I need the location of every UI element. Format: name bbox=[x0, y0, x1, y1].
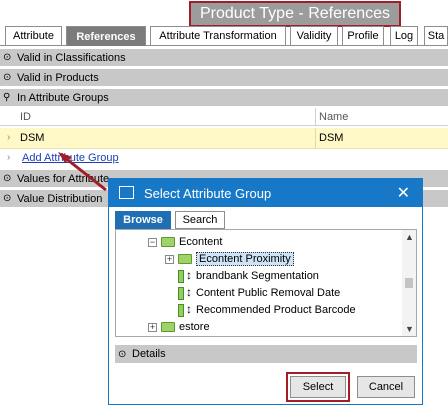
section-valid-products[interactable]: ⊙ Valid in Products bbox=[0, 69, 448, 87]
tree-node-label: estore bbox=[179, 321, 210, 333]
column-separator bbox=[315, 108, 316, 126]
page-title-box: Product Type - References bbox=[189, 1, 401, 27]
dialog-title: Select Attribute Group bbox=[144, 186, 272, 201]
column-separator bbox=[315, 128, 316, 149]
tab-validity-label: Validity bbox=[296, 30, 332, 42]
folder-icon bbox=[178, 254, 192, 264]
select-attribute-group-dialog: Select Attribute Group ✕ Browse Search −… bbox=[108, 178, 423, 405]
page-title: Product Type - References bbox=[199, 5, 391, 22]
cell-name: DSM bbox=[319, 132, 344, 144]
expand-toggle-icon[interactable]: + bbox=[148, 322, 157, 332]
table-row[interactable]: › DSM DSM bbox=[0, 128, 448, 149]
tree-node-label: Econtent Proximity bbox=[196, 252, 294, 266]
tab-status[interactable]: Sta bbox=[424, 26, 448, 45]
attribute-icon: ↕ bbox=[178, 268, 192, 283]
tab-validity[interactable]: Validity bbox=[290, 26, 338, 45]
tab-status-label: Sta bbox=[427, 30, 445, 42]
tab-profile[interactable]: Profile bbox=[342, 26, 384, 45]
tree-node-content-public-removal-date[interactable]: ↕ Content Public Removal Date bbox=[178, 285, 340, 301]
tab-search[interactable]: Search bbox=[175, 211, 225, 229]
cancel-button[interactable]: Cancel bbox=[357, 376, 415, 398]
tree-node-label: brandbank Segmentation bbox=[196, 270, 319, 282]
tree-node-econtent[interactable]: − Econtent bbox=[148, 234, 222, 250]
tab-browse-label: Browse bbox=[123, 214, 163, 226]
folder-icon bbox=[161, 322, 175, 332]
select-button-label: Select bbox=[302, 381, 334, 393]
expand-toggle-icon[interactable]: + bbox=[165, 254, 174, 264]
tab-attribute[interactable]: Attribute bbox=[5, 26, 62, 45]
details-section[interactable]: ⊙ Details bbox=[115, 345, 417, 363]
column-header-name[interactable]: Name bbox=[319, 111, 348, 123]
table-header: ID Name bbox=[0, 108, 448, 126]
attribute-group-tree: − Econtent + Econtent Proximity ↕ brandb… bbox=[115, 229, 417, 337]
expand-icon: ⊙ bbox=[3, 193, 12, 204]
tab-log[interactable]: Log bbox=[390, 26, 418, 45]
scroll-up-icon[interactable]: ▲ bbox=[405, 232, 414, 242]
cancel-button-label: Cancel bbox=[368, 381, 404, 393]
scroll-down-icon[interactable]: ▼ bbox=[405, 324, 414, 334]
tab-profile-label: Profile bbox=[347, 30, 379, 42]
dialog-tab-bar: Browse Search bbox=[115, 211, 415, 229]
cell-id: DSM bbox=[20, 132, 45, 144]
select-button[interactable]: Select bbox=[290, 376, 346, 398]
tree-node-econtent-proximity[interactable]: + Econtent Proximity bbox=[165, 251, 294, 267]
tab-bar: Attribute References Attribute Transform… bbox=[0, 26, 448, 46]
tree-node-estore[interactable]: + estore bbox=[148, 319, 210, 335]
section-attribute-groups-label: In Attribute Groups bbox=[17, 91, 109, 104]
expand-icon: ⊙ bbox=[118, 348, 127, 360]
tree-node-label: Content Public Removal Date bbox=[196, 287, 341, 299]
column-header-id[interactable]: ID bbox=[20, 111, 31, 123]
tab-browse[interactable]: Browse bbox=[115, 211, 171, 229]
dialog-title-bar[interactable]: Select Attribute Group ✕ bbox=[109, 179, 422, 207]
row-chevron-icon: › bbox=[7, 132, 11, 143]
tree-scrollbar[interactable]: ▲ ▼ bbox=[402, 230, 416, 336]
attribute-icon: ↕ bbox=[178, 285, 192, 300]
tab-attribute-transformation[interactable]: Attribute Transformation bbox=[150, 26, 286, 45]
close-icon[interactable]: ✕ bbox=[397, 183, 410, 203]
attribute-icon: ↕ bbox=[178, 302, 192, 317]
folder-icon bbox=[161, 237, 175, 247]
section-values-for-attribute-label: Values for Attribute bbox=[17, 172, 110, 185]
tab-log-label: Log bbox=[394, 30, 414, 42]
collapse-toggle-icon[interactable]: − bbox=[148, 237, 157, 247]
add-row: › Add Attribute Group bbox=[0, 150, 448, 168]
tree-node-label: Recommended Product Barcode bbox=[196, 304, 356, 316]
tree-node-label: Econtent bbox=[179, 236, 223, 248]
section-value-distribution-label: Value Distribution bbox=[17, 192, 103, 205]
section-valid-products-label: Valid in Products bbox=[17, 71, 99, 84]
window-icon bbox=[119, 186, 134, 199]
expand-icon: ⊙ bbox=[3, 173, 12, 184]
tree-node-recommended-product-barcode[interactable]: ↕ Recommended Product Barcode bbox=[178, 302, 356, 318]
tab-attribute-transformation-label: Attribute Transformation bbox=[159, 30, 277, 42]
expand-icon: ⊙ bbox=[3, 72, 12, 83]
row-chevron-icon: › bbox=[7, 152, 11, 163]
tab-references[interactable]: References bbox=[66, 26, 146, 46]
section-valid-classifications[interactable]: ⊙ Valid in Classifications bbox=[0, 49, 448, 67]
details-label: Details bbox=[132, 348, 166, 360]
tree-node-brandbank-segmentation[interactable]: ↕ brandbank Segmentation bbox=[178, 268, 319, 284]
section-attribute-groups[interactable]: ⚲ In Attribute Groups bbox=[0, 89, 448, 107]
add-attribute-group-link[interactable]: Add Attribute Group bbox=[22, 152, 119, 164]
section-valid-classifications-label: Valid in Classifications bbox=[17, 51, 126, 64]
tab-attribute-label: Attribute bbox=[13, 30, 54, 42]
tab-references-label: References bbox=[76, 30, 136, 43]
tab-search-label: Search bbox=[182, 214, 218, 226]
expand-icon: ⊙ bbox=[3, 52, 12, 63]
collapse-icon: ⚲ bbox=[3, 92, 11, 103]
scroll-thumb[interactable] bbox=[405, 278, 413, 288]
